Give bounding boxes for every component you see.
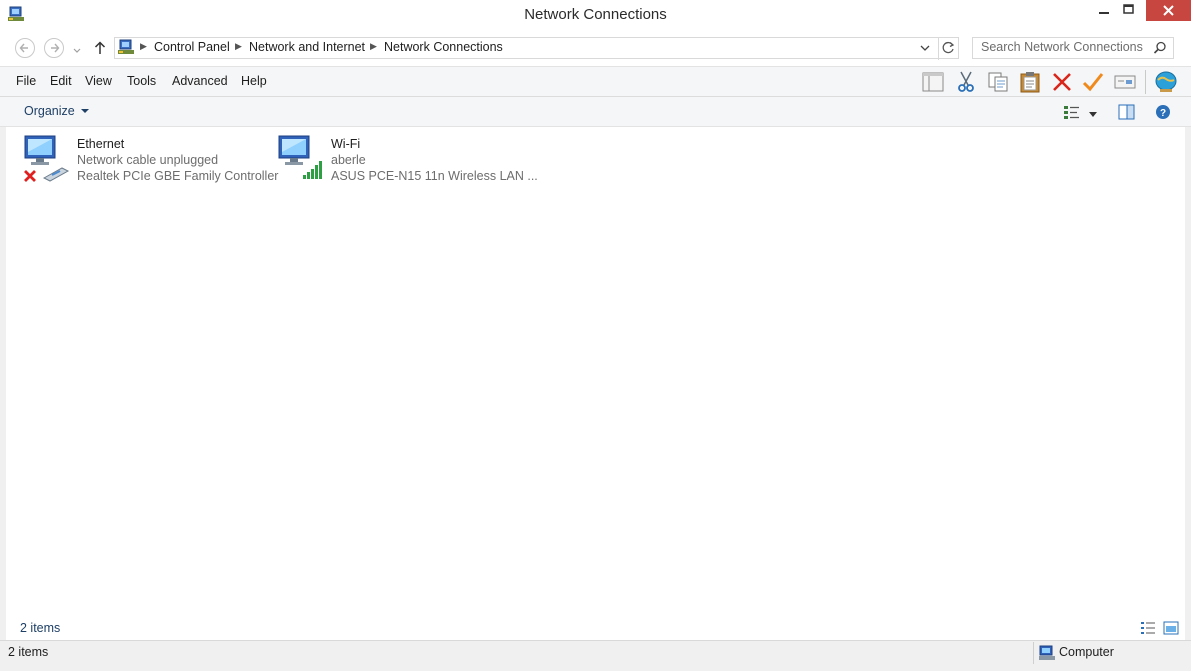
- connection-device: Realtek PCIe GBE Family Controller: [77, 169, 279, 183]
- disconnected-error-icon: [23, 169, 37, 186]
- large-icons-view-button[interactable]: [1163, 621, 1179, 638]
- connection-name: Wi-Fi: [331, 137, 361, 151]
- menu-tools[interactable]: Tools: [127, 74, 156, 88]
- computer-icon: [1039, 645, 1055, 664]
- menu-edit[interactable]: Edit: [50, 74, 72, 88]
- organize-button[interactable]: Organize: [24, 104, 90, 118]
- back-button[interactable]: [15, 38, 35, 58]
- menu-file[interactable]: File: [16, 74, 36, 88]
- window-title: Network Connections: [524, 6, 667, 23]
- command-bar: [0, 96, 1191, 127]
- recent-locations-dropdown[interactable]: [72, 44, 82, 58]
- breadcrumb-separator-icon[interactable]: ▶: [140, 41, 147, 52]
- signal-strength-icon: [303, 160, 325, 183]
- breadcrumb-separator-icon[interactable]: ▶: [370, 41, 377, 52]
- change-view-button[interactable]: [1063, 104, 1081, 123]
- organize-label: Organize: [24, 104, 75, 118]
- connections-list: [6, 127, 1185, 640]
- svg-text:?: ?: [1160, 108, 1166, 119]
- forward-button[interactable]: [44, 38, 64, 58]
- chevron-down-icon: [81, 109, 90, 113]
- status-item-count: 2 items: [8, 645, 49, 659]
- copy-icon[interactable]: [986, 70, 1010, 94]
- toolbar-divider: [1145, 70, 1146, 94]
- status-divider: [1033, 642, 1034, 664]
- content-item-count: 2 items: [20, 621, 61, 635]
- status-zone-label: Computer: [1059, 645, 1114, 659]
- cut-icon[interactable]: [954, 70, 978, 94]
- control-panel-icon: [118, 39, 134, 58]
- address-dropdown-icon[interactable]: [919, 43, 931, 57]
- refresh-button[interactable]: [938, 38, 959, 60]
- help-icon[interactable]: ?: [1155, 104, 1171, 123]
- search-icon[interactable]: [1153, 41, 1167, 58]
- connection-status: aberle: [331, 153, 366, 167]
- layout-icon[interactable]: [921, 70, 945, 94]
- breadcrumb-network-connections[interactable]: Network Connections: [384, 40, 503, 54]
- menu-advanced[interactable]: Advanced: [172, 74, 228, 88]
- properties-icon[interactable]: [1113, 70, 1137, 94]
- menu-help[interactable]: Help: [241, 74, 267, 88]
- network-globe-icon[interactable]: [1154, 70, 1178, 94]
- undo-check-icon[interactable]: [1081, 70, 1105, 94]
- up-button[interactable]: [93, 40, 107, 59]
- close-button[interactable]: [1146, 0, 1191, 21]
- breadcrumb-control-panel[interactable]: Control Panel: [154, 40, 230, 54]
- search-placeholder: Search Network Connections: [981, 40, 1143, 54]
- status-bar: [0, 640, 1191, 671]
- paste-icon[interactable]: [1018, 70, 1042, 94]
- delete-icon[interactable]: [1050, 70, 1074, 94]
- breadcrumb-separator-icon[interactable]: ▶: [235, 41, 242, 52]
- connection-name: Ethernet: [77, 137, 125, 151]
- view-options-dropdown-icon[interactable]: [1088, 108, 1098, 122]
- connection-status: Network cable unplugged: [77, 153, 219, 167]
- maximize-button[interactable]: [1112, 0, 1146, 22]
- preview-pane-button[interactable]: [1118, 104, 1136, 123]
- menu-view[interactable]: View: [85, 74, 112, 88]
- details-view-button[interactable]: [1140, 621, 1156, 638]
- connection-device: ASUS PCE-N15 11n Wireless LAN ...: [331, 169, 538, 183]
- breadcrumb-network-and-internet[interactable]: Network and Internet: [249, 40, 365, 54]
